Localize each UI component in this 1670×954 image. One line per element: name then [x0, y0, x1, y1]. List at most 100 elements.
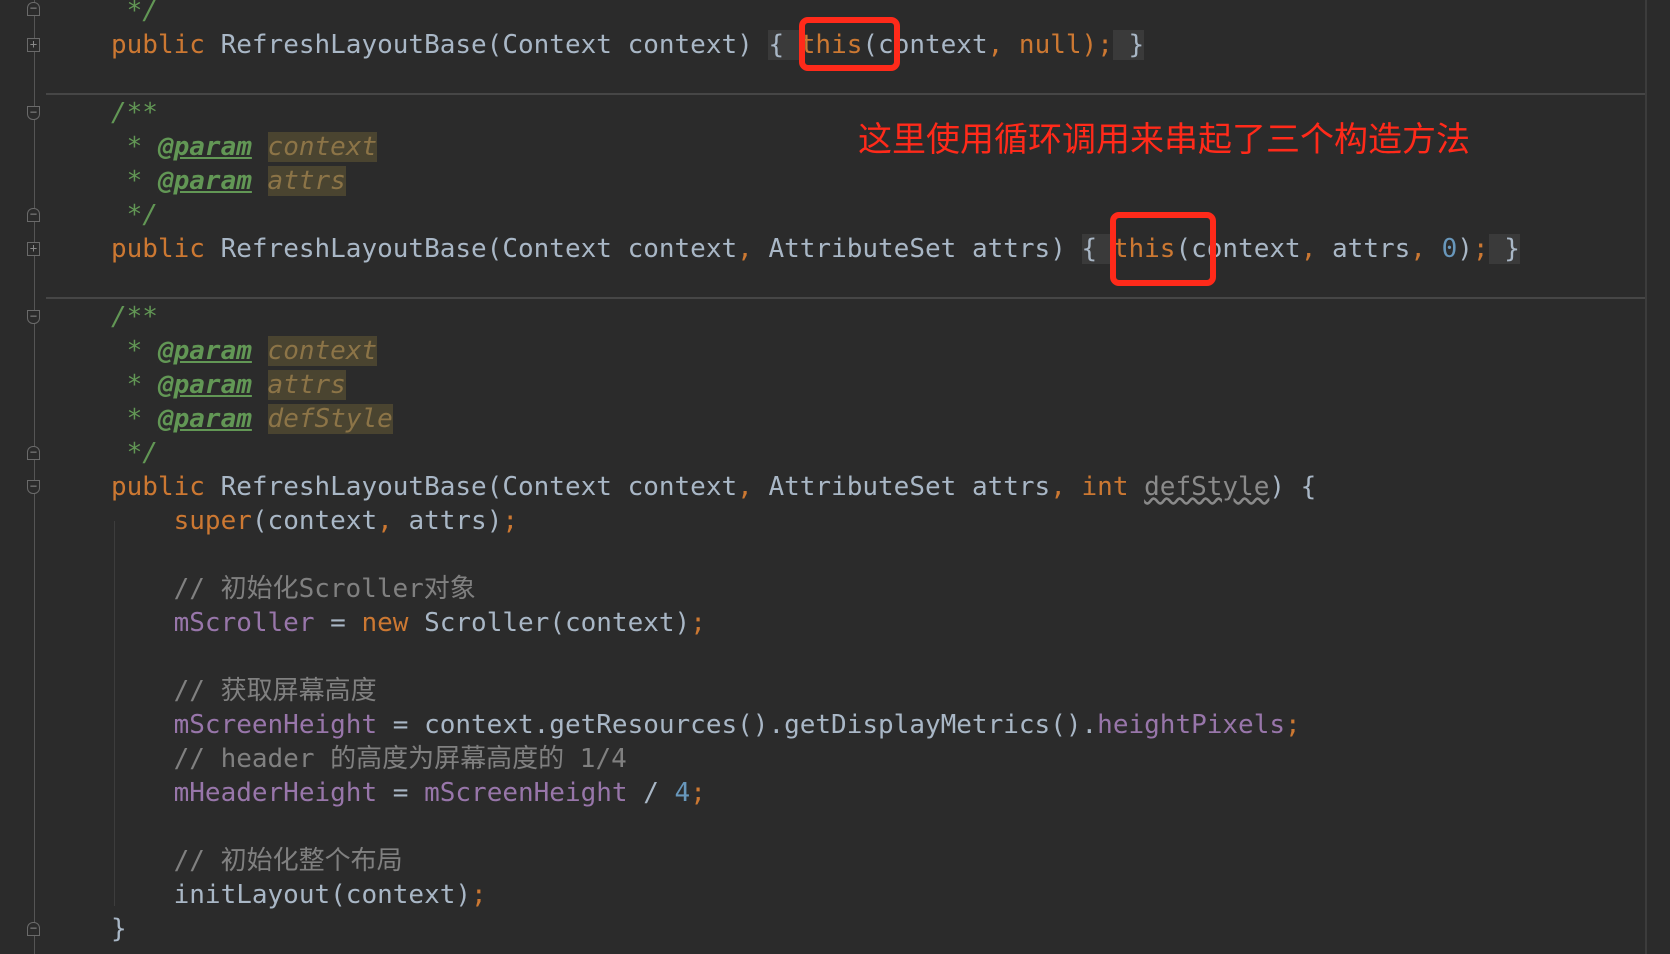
code-token: , — [1410, 234, 1442, 264]
code-line: mHeaderHeight = mScreenHeight / 4; — [111, 776, 1520, 810]
code-line: * @param attrs — [111, 368, 1520, 402]
highlight-box-this-call-2 — [1110, 212, 1216, 286]
code-token: , — [1300, 234, 1333, 264]
code-line: mScreenHeight = context.getResources().g… — [111, 708, 1520, 742]
editor-gutter — [34, 0, 35, 954]
code-token: mHeaderHeight — [111, 778, 378, 808]
code-line: */ — [111, 436, 1520, 470]
code-token: defStyle — [267, 404, 393, 434]
code-token: AttributeSet attrs) — [768, 234, 1082, 264]
code-line: public RefreshLayoutBase(Context context… — [111, 232, 1520, 266]
fold-end-icon[interactable]: − — [27, 446, 40, 460]
code-token: = — [314, 608, 362, 638]
code-token: * — [111, 132, 158, 162]
fold-end-icon[interactable]: − — [27, 2, 40, 16]
code-token: RefreshLayoutBase(Context context — [220, 234, 738, 264]
code-line: mScroller = new Scroller(context); — [111, 606, 1520, 640]
code-token: @param — [157, 336, 252, 366]
code-line: // 初始化整个布局 — [111, 844, 1520, 878]
code-token: , — [737, 472, 769, 502]
code-token: ) { — [1269, 472, 1317, 502]
code-token: mScroller — [111, 608, 315, 638]
code-token: // 初始化Scroller对象 — [111, 574, 476, 604]
code-line: */ — [111, 198, 1520, 232]
code-line: public RefreshLayoutBase(Context context… — [111, 470, 1520, 504]
annotation-text: 这里使用循环调用来串起了三个构造方法 — [858, 120, 1470, 160]
code-token: , — [737, 234, 769, 264]
fold-collapse-icon[interactable]: − — [27, 480, 40, 494]
code-token: ; — [690, 608, 706, 638]
code-token: */ — [111, 0, 158, 26]
code-token: super — [111, 506, 252, 536]
code-token: /** — [111, 302, 158, 332]
code-token: context — [267, 132, 378, 162]
code-line: /** — [111, 300, 1520, 334]
code-token: // 初始化整个布局 — [111, 846, 403, 876]
code-line: * @param context — [111, 334, 1520, 368]
code-token: heightPixels — [1097, 710, 1286, 740]
code-token: new — [361, 608, 425, 638]
code-token: } — [111, 914, 127, 944]
code-token: defStyle — [1144, 472, 1270, 502]
code-token: // header 的高度为屏幕高度的 1/4 — [111, 744, 627, 774]
code-token: = context.getResources().getDisplayMetri… — [377, 710, 1098, 740]
fold-expand-icon[interactable]: + — [27, 242, 40, 256]
code-token: * — [111, 370, 158, 400]
code-token: , — [377, 506, 409, 536]
code-token: RefreshLayoutBase(Context context) — [220, 30, 769, 60]
right-margin-line — [1645, 0, 1647, 954]
code-token: } — [1488, 234, 1520, 264]
code-token: * — [111, 404, 158, 434]
code-token: // 获取屏幕高度 — [111, 676, 377, 706]
fold-end-icon[interactable]: − — [27, 922, 40, 936]
code-token: /** — [111, 98, 158, 128]
code-line: initLayout(context); — [111, 878, 1520, 912]
code-token: attrs) — [408, 506, 503, 536]
code-token: , int — [1050, 472, 1145, 502]
code-line: * @param attrs — [111, 164, 1520, 198]
code-token: * — [111, 166, 158, 196]
code-token: ; — [1285, 710, 1301, 740]
code-token: public — [111, 472, 221, 502]
code-line: * @param defStyle — [111, 402, 1520, 436]
code-token: attrs — [267, 166, 346, 196]
code-token: (context — [251, 506, 378, 536]
code-token: { — [768, 30, 800, 60]
code-token: * — [111, 336, 158, 366]
code-token: RefreshLayoutBase(Context context — [220, 472, 738, 502]
code-token: ) — [1457, 234, 1473, 264]
code-token: attrs — [267, 370, 346, 400]
fold-collapse-icon[interactable]: − — [27, 106, 40, 120]
fold-collapse-icon[interactable]: − — [27, 310, 40, 324]
code-token: AttributeSet attrs — [768, 472, 1051, 502]
code-line: // 初始化Scroller对象 — [111, 572, 1520, 606]
code-token: 4 — [674, 778, 691, 808]
fold-end-icon[interactable]: − — [27, 208, 40, 222]
highlight-box-this-call-1 — [799, 17, 900, 71]
code-token: ; — [502, 506, 519, 536]
code-token: ; — [1472, 234, 1489, 264]
code-line: super(context, attrs); — [111, 504, 1520, 538]
code-token: ; — [690, 778, 706, 808]
code-line: // header 的高度为屏幕高度的 1/4 — [111, 742, 1520, 776]
code-line: } — [111, 912, 1520, 946]
code-token: ; — [471, 880, 487, 910]
code-token: Scroller(context) — [424, 608, 691, 638]
code-token: context — [267, 336, 378, 366]
code-line: // 获取屏幕高度 — [111, 674, 1520, 708]
code-token: @param — [157, 166, 252, 196]
fold-expand-icon[interactable]: + — [27, 38, 40, 52]
code-token: @param — [157, 132, 252, 162]
code-token: public — [111, 234, 221, 264]
code-token: */ — [111, 200, 158, 230]
code-token: , null); — [987, 30, 1113, 60]
code-token: / — [627, 778, 675, 808]
